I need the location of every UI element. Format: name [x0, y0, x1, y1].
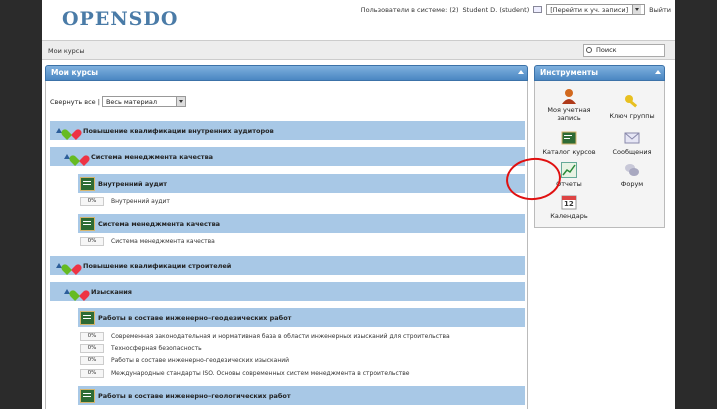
collapse-bar: Свернуть все | Весь материал	[50, 96, 186, 107]
tool-my-account[interactable]: Моя учетная запись	[541, 88, 597, 122]
search-placeholder: Поиск	[596, 46, 617, 54]
course-group-row[interactable]: Повышение квалификации внутренних аудито…	[50, 121, 525, 140]
course-group-title: Повышение квалификации внутренних аудито…	[83, 126, 274, 135]
chevron-down-icon	[175, 97, 185, 106]
breadcrumb[interactable]: Мои курсы	[48, 47, 84, 55]
course-subgroup-row[interactable]: Система менеджмента качества	[50, 147, 525, 166]
course-title: Система менеджмента качества	[98, 219, 221, 228]
tools-panel-header[interactable]: Инструменты	[534, 65, 665, 81]
course-subgroup-icon	[73, 151, 86, 162]
logo[interactable]: OPENSDO	[62, 8, 178, 30]
course-subgroup-title: Изыскания	[91, 287, 132, 296]
tool-group-key[interactable]: Ключ группы	[604, 94, 660, 120]
chart-icon	[561, 162, 577, 178]
course-group-title: Повышение квалификации строителей	[83, 261, 232, 270]
tools-panel-title: Инструменты	[540, 68, 599, 77]
header-user-area: Пользователи в системе: (2) Student D. (…	[361, 4, 671, 15]
course-row[interactable]: Работы в составе инженерно–геологических…	[78, 386, 525, 405]
goto-account-value: [Перейти к уч. записи]	[550, 5, 629, 14]
list-item[interactable]: 0% Внутренний аудит	[80, 196, 170, 207]
course-board-icon	[80, 176, 95, 191]
course-subgroup-icon	[73, 286, 86, 297]
course-row[interactable]: Работы в составе инженерно–геодезических…	[78, 308, 525, 327]
progress-percent: 0%	[80, 369, 104, 378]
envelope-icon[interactable]	[533, 6, 543, 13]
tool-calendar[interactable]: 12 Календарь	[541, 194, 597, 220]
item-label[interactable]: Техносферная безопасность	[111, 345, 202, 352]
tool-messages[interactable]: Сообщения	[604, 130, 660, 156]
calendar-day: 12	[564, 200, 574, 208]
course-group-icon	[65, 260, 78, 271]
list-item[interactable]: 0% Работы в составе инженерно-геодезичес…	[80, 355, 289, 366]
course-subgroup-title: Система менеджмента качества	[91, 152, 214, 161]
material-filter-select[interactable]: Весь материал	[101, 96, 186, 107]
progress-percent: 0%	[80, 344, 104, 353]
main-panel-title: Мои курсы	[51, 68, 99, 77]
search-input[interactable]: Поиск	[583, 44, 665, 57]
chevron-down-icon	[632, 5, 642, 14]
course-row[interactable]: Система менеджмента качества	[78, 214, 525, 233]
course-title: Работы в составе инженерно–геологических…	[98, 391, 291, 400]
item-label[interactable]: Внутренний аудит	[111, 198, 170, 205]
material-filter-value: Весь материал	[105, 97, 158, 106]
item-label[interactable]: Международные стандарты ISO. Основы совр…	[111, 370, 409, 377]
course-board-icon	[80, 388, 95, 403]
list-item[interactable]: 0% Техносферная безопасность	[80, 343, 202, 354]
tool-label: Моя учетная запись	[547, 106, 591, 122]
tool-course-catalog[interactable]: Каталог курсов	[541, 130, 597, 156]
goto-account-select[interactable]: [Перейти к уч. записи]	[546, 4, 646, 15]
subbar: Мои курсы Поиск	[42, 40, 675, 60]
catalog-icon	[561, 130, 577, 146]
collapse-panel-icon[interactable]	[655, 70, 661, 74]
search-icon	[586, 47, 592, 53]
envelope-icon	[624, 130, 640, 146]
tool-label: Календарь	[550, 212, 588, 220]
tool-label: Сообщения	[612, 148, 652, 156]
item-label[interactable]: Система менеджмента качества	[111, 238, 215, 245]
list-item[interactable]: 0% Современная законодательная и нормати…	[80, 331, 450, 342]
user-icon	[561, 88, 577, 104]
tool-label: Ключ группы	[609, 112, 655, 120]
course-group-icon	[65, 125, 78, 136]
user-name-link[interactable]: Student D. (student)	[463, 6, 530, 14]
list-item[interactable]: 0% Международные стандарты ISO. Основы с…	[80, 368, 409, 379]
calendar-icon: 12	[561, 194, 577, 210]
course-title: Внутренний аудит	[98, 179, 168, 188]
course-board-icon	[80, 310, 95, 325]
progress-percent: 0%	[80, 197, 104, 206]
progress-percent: 0%	[80, 237, 104, 246]
progress-percent: 0%	[80, 332, 104, 341]
tool-label: Форум	[620, 180, 644, 188]
item-label[interactable]: Работы в составе инженерно-геодезических…	[111, 357, 289, 364]
users-online-text: Пользователи в системе: (2)	[360, 5, 459, 14]
list-item[interactable]: 0% Система менеджмента качества	[80, 236, 215, 247]
course-title: Работы в составе инженерно–геодезических…	[98, 313, 292, 322]
item-label[interactable]: Современная законодательная и нормативна…	[111, 333, 450, 340]
main-panel-header[interactable]: Мои курсы	[45, 65, 528, 81]
collapse-panel-icon[interactable]	[518, 70, 524, 74]
progress-percent: 0%	[80, 356, 104, 365]
course-row[interactable]: Внутренний аудит	[78, 174, 525, 193]
logout-link[interactable]: Выйти	[649, 6, 671, 14]
tool-label: Каталог курсов	[542, 148, 596, 156]
header: OPENSDO Пользователи в системе: (2) Stud…	[42, 0, 675, 40]
course-subgroup-row[interactable]: Изыскания	[50, 282, 525, 301]
collapse-all-link[interactable]: Свернуть все |	[50, 98, 100, 106]
forum-icon	[624, 162, 640, 178]
tool-forum[interactable]: Форум	[604, 162, 660, 188]
key-icon	[624, 94, 640, 110]
course-group-row[interactable]: Повышение квалификации строителей	[50, 256, 525, 275]
course-board-icon	[80, 216, 95, 231]
